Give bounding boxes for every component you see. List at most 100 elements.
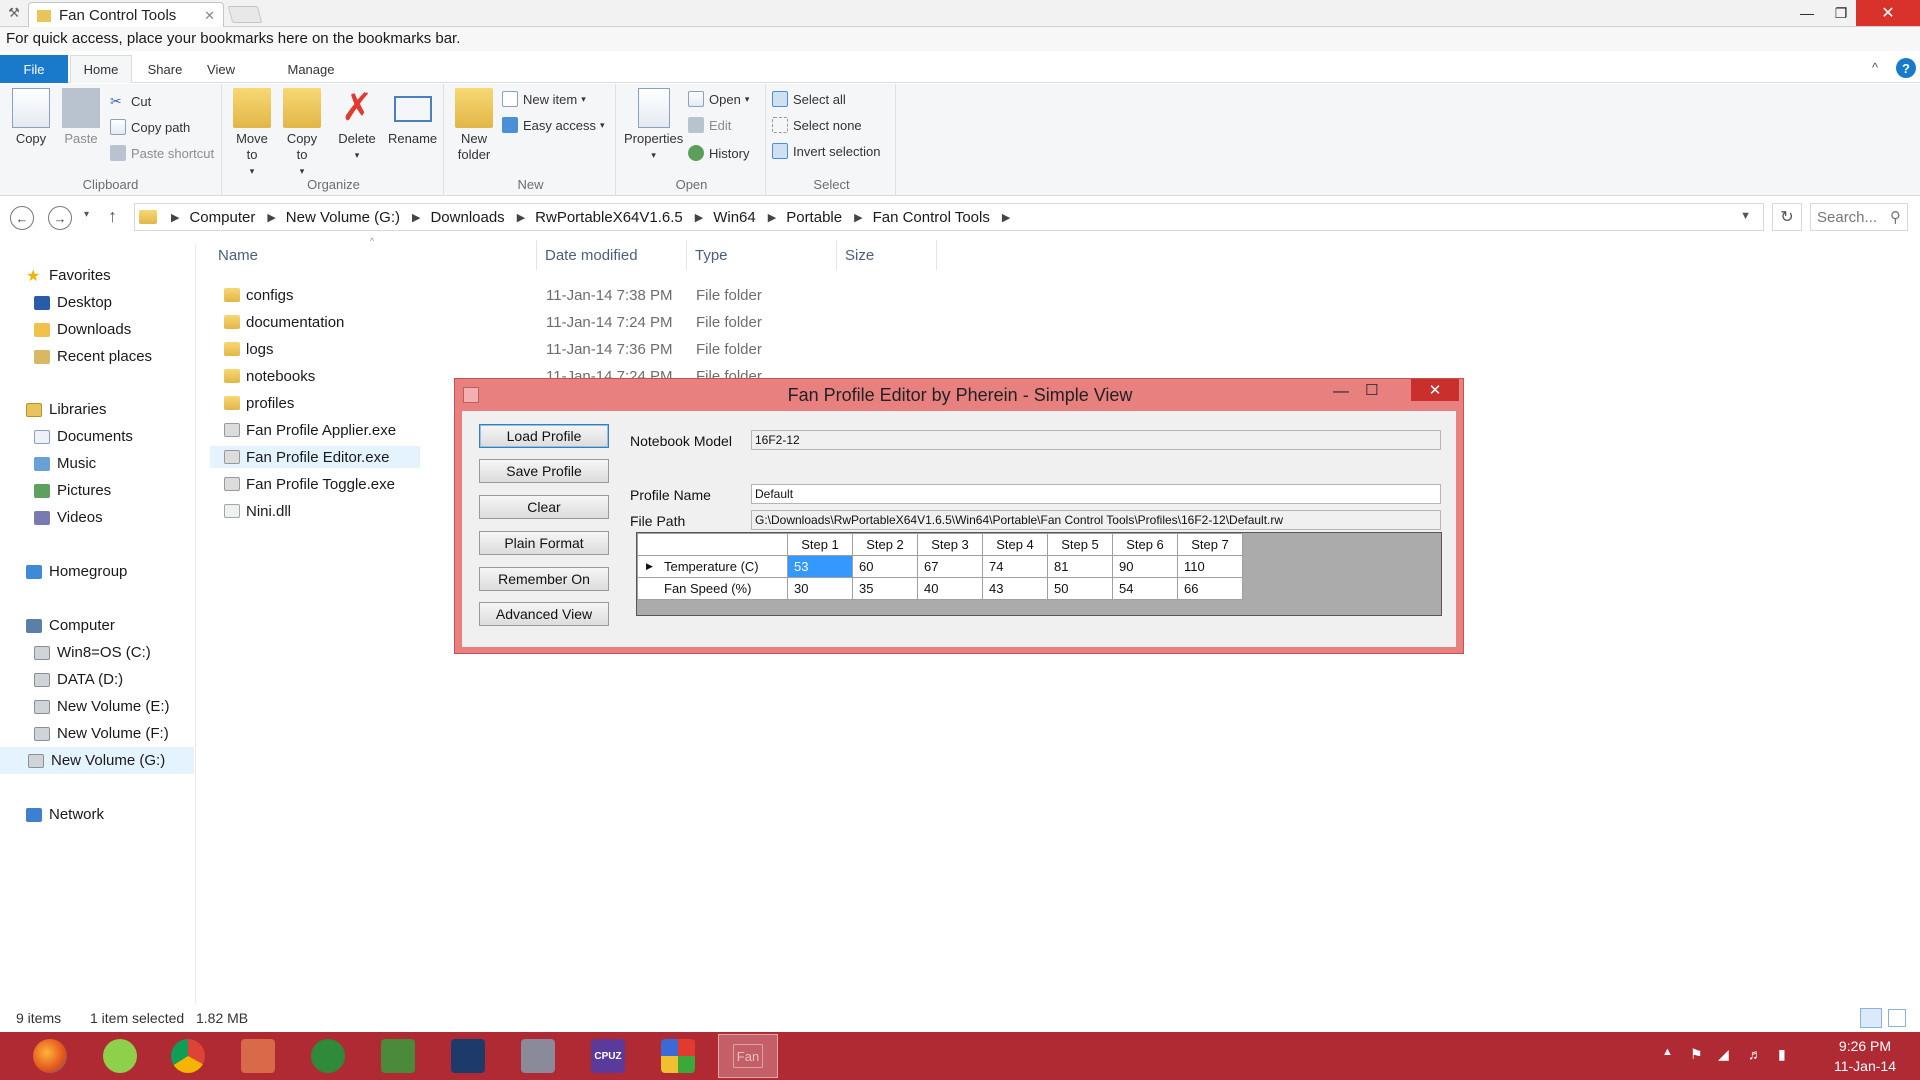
address-bar[interactable]: ▶ Computer ▶ New Volume (G:) ▶ Downloads… <box>134 203 1764 231</box>
file-row[interactable]: configs 11-Jan-14 7:38 PM File folder <box>210 284 1210 306</box>
recent-locations-icon[interactable]: ▾ <box>84 209 89 220</box>
grid-cell[interactable]: 90 <box>1112 555 1178 578</box>
taskbar-clover[interactable] <box>90 1034 150 1078</box>
taskbar-fan-profile-editor[interactable]: Fan <box>718 1034 778 1078</box>
grid-cell[interactable]: 54 <box>1112 577 1178 600</box>
chevron-right-icon[interactable]: ▶ <box>695 211 703 224</box>
chevron-right-icon[interactable]: ▶ <box>412 211 420 224</box>
copy-to-button[interactable]: Copy to ▾ <box>282 88 322 179</box>
nav-computer[interactable]: Computer <box>26 612 115 639</box>
speaker-icon[interactable]: ♬ <box>1748 1046 1762 1062</box>
large-icons-view-icon[interactable] <box>1888 1009 1906 1027</box>
column-header-size[interactable]: Size <box>837 240 937 270</box>
chevron-up-icon[interactable]: ^ <box>1872 60 1878 75</box>
chevron-right-icon[interactable]: ▶ <box>517 211 525 224</box>
close-button[interactable]: ✕ <box>1856 0 1920 26</box>
properties-button[interactable]: Properties ▾ <box>624 88 683 163</box>
taskbar-tiles[interactable] <box>648 1034 708 1078</box>
back-button[interactable]: ← <box>10 206 34 230</box>
nav-documents[interactable]: Documents <box>34 423 133 450</box>
cut-button[interactable]: ✂ Cut <box>110 90 151 112</box>
chevron-right-icon[interactable]: ▶ <box>768 211 776 224</box>
nav-favorites[interactable]: ★ Favorites <box>26 262 111 289</box>
breadcrumb-portable[interactable]: Portable <box>786 209 842 226</box>
breadcrumb-computer[interactable]: Computer <box>189 209 255 226</box>
grid-cell[interactable]: 50 <box>1047 577 1113 600</box>
grid-cell[interactable]: 81 <box>1047 555 1113 578</box>
column-step-1[interactable]: Step 1 <box>787 533 853 556</box>
taskbar-equalizer[interactable] <box>438 1034 498 1078</box>
paste-shortcut-button[interactable]: Paste shortcut <box>110 142 214 164</box>
nav-music[interactable]: Music <box>34 450 96 477</box>
nav-videos[interactable]: Videos <box>34 504 103 531</box>
flag-icon[interactable]: ⚑ <box>1690 1046 1703 1063</box>
help-icon[interactable]: ? <box>1896 58 1916 78</box>
delete-button[interactable]: ✗ Delete ▾ <box>338 88 376 163</box>
grid-cell[interactable]: 30 <box>787 577 853 600</box>
column-header-date[interactable]: Date modified <box>537 240 687 270</box>
chevron-down-icon[interactable]: ▼ <box>1740 210 1751 222</box>
easy-access-button[interactable]: Easy access ▾ <box>502 114 605 136</box>
select-none-button[interactable]: Select none <box>772 114 862 136</box>
load-profile-button[interactable]: Load Profile <box>479 424 609 448</box>
select-all-button[interactable]: Select all <box>772 88 846 110</box>
grid-cell[interactable]: 53 <box>787 555 853 578</box>
tab-file[interactable]: File <box>0 55 68 83</box>
save-profile-button[interactable]: Save Profile <box>479 459 609 483</box>
nav-recent-places[interactable]: Recent places <box>34 343 152 370</box>
close-icon[interactable]: ✕ <box>1411 379 1459 401</box>
nav-homegroup[interactable]: Homegroup <box>26 558 127 585</box>
notebook-model-field[interactable]: 16F2-12 <box>751 430 1441 450</box>
taskbar-gpu[interactable] <box>368 1034 428 1078</box>
new-item-button[interactable]: New item ▾ <box>502 88 586 110</box>
grid-cell[interactable]: 66 <box>1177 577 1243 600</box>
row-header-temperature[interactable]: ▶ Temperature (C) <box>637 555 788 578</box>
taskbar-ccleaner[interactable] <box>228 1034 288 1078</box>
chevron-right-icon[interactable]: ▶ <box>267 211 275 224</box>
nav-drive-c[interactable]: Win8=OS (C:) <box>34 639 151 666</box>
tab-manage[interactable]: Manage <box>276 55 346 83</box>
nav-drive-f[interactable]: New Volume (F:) <box>34 720 169 747</box>
breadcrumb-rwportable[interactable]: RwPortableX64V1.6.5 <box>535 209 683 226</box>
advanced-view-button[interactable]: Advanced View <box>479 602 609 626</box>
refresh-button[interactable]: ↻ <box>1772 203 1802 231</box>
nav-pictures[interactable]: Pictures <box>34 477 111 504</box>
invert-selection-button[interactable]: Invert selection <box>772 140 880 162</box>
chevron-up-icon[interactable]: ▲ <box>1662 1046 1673 1058</box>
column-step-4[interactable]: Step 4 <box>982 533 1048 556</box>
column-step-3[interactable]: Step 3 <box>917 533 983 556</box>
grid-cell[interactable]: 74 <box>982 555 1048 578</box>
grid-cell[interactable]: 60 <box>852 555 918 578</box>
breadcrumb-fan-control-tools[interactable]: Fan Control Tools <box>873 209 990 226</box>
tab-share[interactable]: Share <box>140 55 190 83</box>
up-arrow-icon[interactable]: ↑ <box>108 206 117 227</box>
battery-icon[interactable]: ▮ <box>1778 1046 1786 1063</box>
taskbar-firefox[interactable] <box>20 1034 80 1078</box>
nav-downloads[interactable]: Downloads <box>34 316 131 343</box>
taskbar-chrome[interactable] <box>158 1034 218 1078</box>
file-row-selected[interactable]: Fan Profile Editor.exe <box>210 446 420 468</box>
taskbar-printer[interactable] <box>508 1034 568 1078</box>
grid-cell[interactable]: 67 <box>917 555 983 578</box>
file-row[interactable]: documentation 11-Jan-14 7:24 PM File fol… <box>210 311 1210 333</box>
grid-cell[interactable]: 43 <box>982 577 1048 600</box>
forward-button[interactable]: → <box>48 206 72 230</box>
nav-drive-e[interactable]: New Volume (E:) <box>34 693 170 720</box>
minimize-icon[interactable]: — <box>1333 383 1349 401</box>
nav-drive-g[interactable]: New Volume (G:) <box>0 747 194 774</box>
paste-button[interactable]: Paste <box>62 88 100 147</box>
grid-cell[interactable]: 110 <box>1177 555 1243 578</box>
dialog-titlebar[interactable]: Fan Profile Editor by Pherein - Simple V… <box>455 379 1465 411</box>
column-step-2[interactable]: Step 2 <box>852 533 918 556</box>
column-header-type[interactable]: Type <box>687 240 837 270</box>
signal-icon[interactable]: ◢ <box>1718 1046 1729 1063</box>
nav-drive-d[interactable]: DATA (D:) <box>34 666 123 693</box>
chevron-right-icon[interactable]: ▶ <box>171 211 179 224</box>
tab-home[interactable]: Home <box>70 55 132 83</box>
taskbar-tool[interactable] <box>298 1034 358 1078</box>
chevron-right-icon[interactable]: ▶ <box>854 211 862 224</box>
close-tab-icon[interactable]: ✕ <box>204 8 215 24</box>
remember-on-button[interactable]: Remember On <box>479 567 609 591</box>
taskbar-cpuz[interactable]: CPUZ <box>578 1034 638 1078</box>
file-path-field[interactable]: G:\Downloads\RwPortableX64V1.6.5\Win64\P… <box>751 510 1441 530</box>
